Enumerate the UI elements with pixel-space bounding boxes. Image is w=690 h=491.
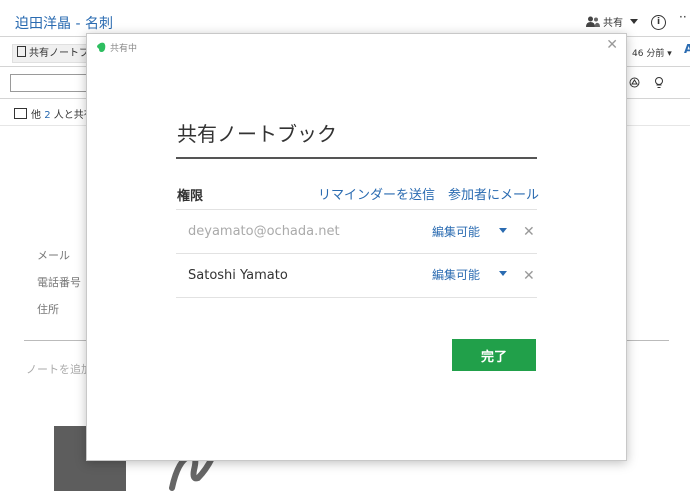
done-button[interactable]: 完了 <box>452 339 536 371</box>
send-reminder-link[interactable]: リマインダーを送信 <box>318 184 435 203</box>
email-participants-link[interactable]: 参加者にメール <box>448 184 539 203</box>
shared-count[interactable]: 2 <box>44 110 50 121</box>
note-title[interactable]: 迫田洋晶 - 名刺 <box>15 13 113 33</box>
share-dialog: 共有中 ✕ 共有ノートブック 権限 リマインダーを送信 参加者にメール deya… <box>86 33 627 461</box>
more-icon[interactable]: ·· <box>679 10 687 24</box>
dialog-header-label: 共有中 <box>110 44 138 54</box>
permission-dropdown[interactable]: 編集可能 <box>432 223 480 240</box>
notebook-icon <box>17 46 26 57</box>
dialog-header: 共有中 <box>97 41 137 54</box>
shared-prefix: 他 <box>31 110 41 121</box>
dialog-title: 共有ノートブック <box>177 122 337 146</box>
close-icon[interactable]: ✕ <box>606 37 618 53</box>
field-label-phone: 電話番号 <box>37 276 81 289</box>
reminder-icon[interactable] <box>654 77 664 89</box>
add-note-input[interactable]: ノートを追加 <box>26 361 92 377</box>
info-icon[interactable]: i <box>651 15 666 30</box>
share-label: 共有 <box>603 18 623 29</box>
updated-time[interactable]: 46 分前 ▾ <box>632 46 672 59</box>
divider <box>176 253 537 254</box>
evernote-logo-icon <box>97 42 106 52</box>
remove-member-icon[interactable]: ✕ <box>523 225 535 239</box>
share-menu[interactable]: 共有 <box>586 14 638 29</box>
remove-member-icon[interactable]: ✕ <box>523 269 535 283</box>
updated-time-text: 46 分前 <box>632 49 665 59</box>
divider <box>176 209 537 210</box>
member-email: deyamato@ochada.net <box>188 224 340 239</box>
grid-icon <box>14 108 27 119</box>
attachment-icon[interactable] <box>629 77 640 88</box>
chevron-down-icon <box>630 19 638 24</box>
permission-dropdown[interactable]: 編集可能 <box>432 266 480 283</box>
format-a-icon[interactable]: A <box>684 42 690 56</box>
people-icon <box>586 16 600 27</box>
chevron-down-icon[interactable] <box>499 271 507 276</box>
divider <box>176 297 537 298</box>
field-label-email: メール <box>37 249 70 262</box>
shared-with-info[interactable]: 他 2 人と共有 <box>14 106 94 121</box>
permissions-heading: 権限 <box>177 189 204 204</box>
member-name: Satoshi Yamato <box>188 268 288 283</box>
chevron-down-icon[interactable] <box>499 228 507 233</box>
title-underline <box>176 157 537 159</box>
field-label-address: 住所 <box>37 303 59 316</box>
